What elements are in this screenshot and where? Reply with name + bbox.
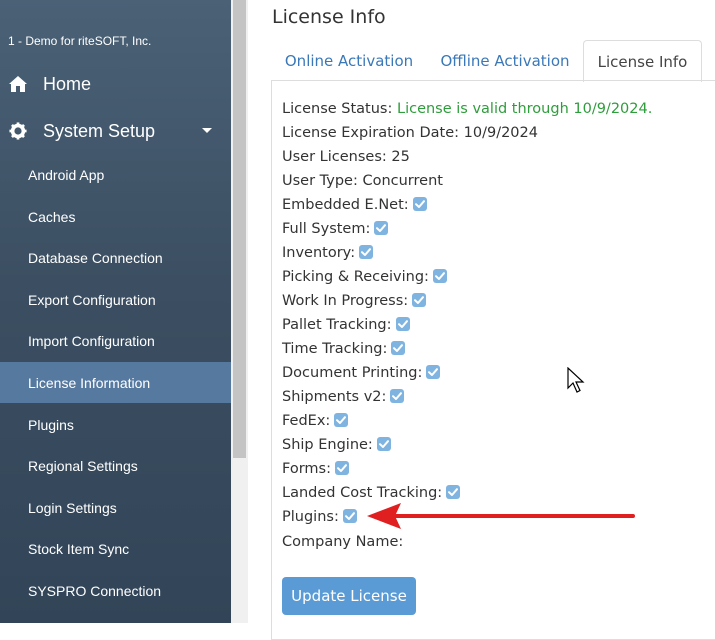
license-status-value: License is valid through 10/9/2024. [396, 101, 653, 117]
tab-offline-activation[interactable]: Offline Activation [428, 40, 582, 81]
sidebar-item-system-setup[interactable]: System Setup [0, 109, 231, 153]
chevron-down-icon[interactable] [202, 128, 212, 133]
feature-label: Time Tracking: [282, 341, 388, 357]
user-licenses: User Licenses: 25 [282, 149, 410, 165]
user-type: User Type: Concurrent [282, 173, 443, 189]
feature-row: Full System: [282, 219, 389, 239]
sidebar-item-import-configuration[interactable]: Import Configuration [0, 320, 231, 361]
sidebar-item-plugins[interactable]: Plugins [0, 404, 231, 445]
feature-row: Document Printing: [282, 363, 441, 383]
sidebar-item-label: SYSPRO Connection [28, 582, 162, 599]
sidebar-item-syspro-connection[interactable]: SYSPRO Connection [0, 570, 231, 611]
feature-label: Plugins: [282, 509, 339, 525]
feature-checkbox[interactable] [395, 317, 410, 331]
feature-row: Forms: [282, 459, 349, 479]
license-status: License Status: License is valid through… [282, 99, 652, 119]
feature-row: Work In Progress: [282, 291, 427, 311]
page-title: License Info [272, 6, 386, 28]
feature-label: Document Printing: [282, 365, 423, 381]
sidebar-item-login-settings[interactable]: Login Settings [0, 487, 231, 528]
sidebar-item-database-connection[interactable]: Database Connection [0, 237, 231, 278]
feature-checkbox[interactable] [374, 221, 389, 235]
feature-label: Forms: [282, 461, 331, 477]
sidebar-item-caches[interactable]: Caches [0, 196, 231, 237]
sidebar-item-label: Home [43, 73, 92, 94]
feature-checkbox[interactable] [412, 293, 427, 307]
feature-label: Pallet Tracking: [282, 317, 392, 333]
feature-checkbox[interactable] [446, 485, 461, 499]
feature-checkbox[interactable] [412, 197, 427, 211]
feature-label: Full System: [282, 221, 371, 237]
sidebar-item-label: Caches [28, 208, 76, 225]
sidebar-item-license-information[interactable]: License Information [0, 362, 231, 403]
feature-row: Embedded E.Net: [282, 195, 427, 215]
sidebar-item-label: Stock Item Sync [28, 540, 130, 557]
feature-label: Ship Engine: [282, 437, 373, 453]
sidebar-item-label: Import Configuration [28, 332, 155, 349]
feature-row: Ship Engine: [282, 435, 391, 455]
feature-checkbox[interactable] [376, 437, 391, 451]
sidebar-scrollbar[interactable] [231, 0, 248, 623]
feature-checkbox[interactable] [432, 269, 447, 283]
gear-icon [8, 122, 28, 140]
feature-label: Picking & Receiving: [282, 269, 429, 285]
feature-row: Plugins: [282, 507, 357, 527]
mouse-cursor-icon [567, 366, 587, 399]
update-license-button[interactable]: Update License [282, 577, 416, 615]
sidebar-item-label: License Information [28, 374, 151, 391]
feature-checkbox[interactable] [390, 389, 405, 403]
sidebar-item-label: Login Settings [28, 499, 117, 516]
feature-row: Picking & Receiving: [282, 267, 447, 287]
feature-row: Inventory: [282, 243, 374, 263]
sidebar-item-label: Regional Settings [28, 457, 138, 474]
feature-checkbox[interactable] [342, 509, 357, 523]
feature-label: Embedded E.Net: [282, 197, 409, 213]
feature-row: Shipments v2: [282, 387, 405, 407]
feature-checkbox[interactable] [391, 341, 406, 355]
license-expiration: License Expiration Date: 10/9/2024 [282, 125, 538, 141]
sidebar-item-stock-item-sync[interactable]: Stock Item Sync [0, 528, 231, 569]
sidebar-item-label: Database Connection [28, 249, 163, 266]
company-name: 1 - Demo for riteSOFT, Inc. [8, 34, 152, 48]
tab-license-info[interactable]: License Info [583, 40, 702, 82]
home-icon [8, 75, 28, 93]
sidebar-item-export-configuration[interactable]: Export Configuration [0, 279, 231, 320]
feature-label: FedEx: [282, 413, 331, 429]
sidebar-item-label: Android App [28, 166, 105, 183]
license-status-label: License Status: [282, 101, 393, 117]
sidebar-item-label: Plugins [28, 416, 74, 433]
tab-online-activation[interactable]: Online Activation [272, 40, 426, 81]
feature-row: Pallet Tracking: [282, 315, 410, 335]
sidebar-item-android-app[interactable]: Android App [0, 154, 231, 195]
annotation-arrow-icon [365, 500, 637, 536]
sidebar-item-label: System Setup [43, 120, 156, 141]
feature-row: FedEx: [282, 411, 349, 431]
sidebar-item-home[interactable]: Home [0, 62, 231, 106]
feature-checkbox[interactable] [359, 245, 374, 259]
feature-label: Inventory: [282, 245, 356, 261]
feature-label: Shipments v2: [282, 389, 387, 405]
sidebar-nav: 1 - Demo for riteSOFT, Inc. Home System … [0, 0, 231, 623]
feature-label: Work In Progress: [282, 293, 409, 309]
feature-checkbox[interactable] [426, 365, 441, 379]
sidebar-item-label: Export Configuration [28, 291, 156, 308]
sidebar-item-regional-settings[interactable]: Regional Settings [0, 445, 231, 486]
feature-checkbox[interactable] [334, 413, 349, 427]
feature-row: Time Tracking: [282, 339, 406, 359]
feature-checkbox[interactable] [334, 461, 349, 475]
feature-label: Landed Cost Tracking: [282, 485, 443, 501]
scrollbar-thumb[interactable] [233, 0, 246, 458]
